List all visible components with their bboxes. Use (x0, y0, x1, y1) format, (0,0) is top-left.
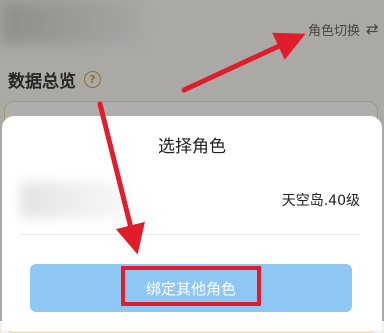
arrow-to-bind-button (97, 101, 145, 255)
arrow-to-role-switch (181, 32, 306, 93)
annotation-arrows (97, 32, 306, 255)
